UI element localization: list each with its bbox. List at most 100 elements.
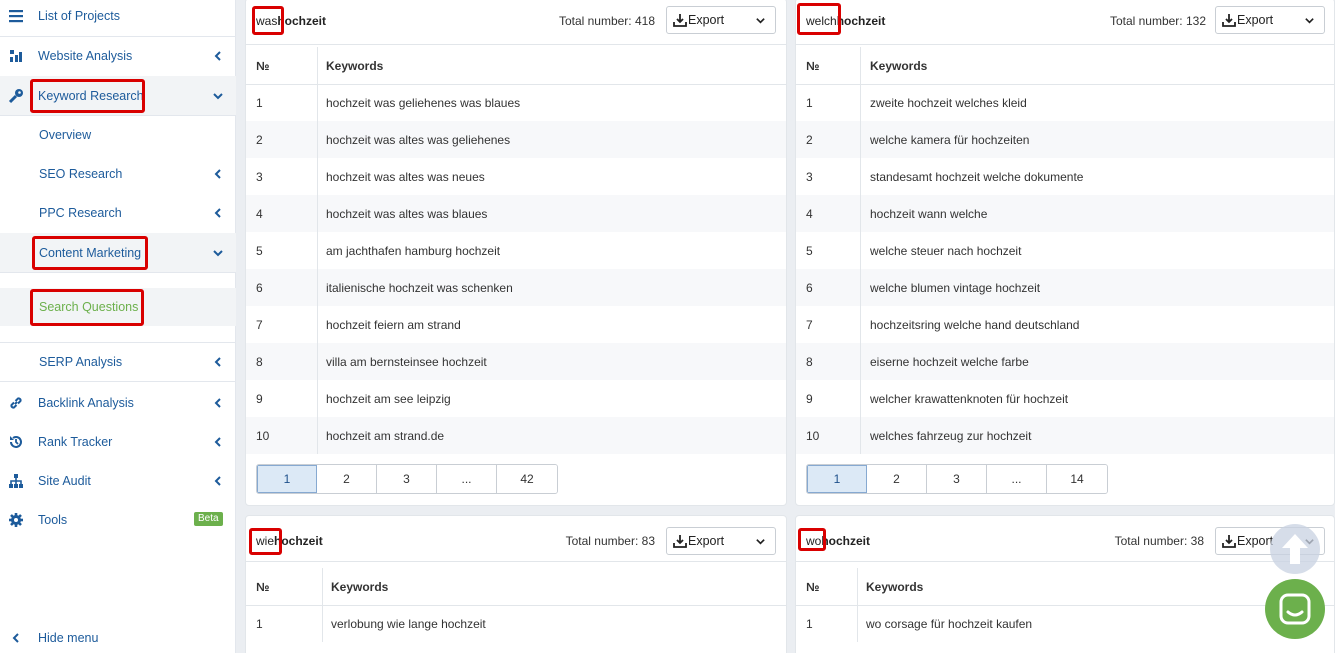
table-header: № Keywords (246, 47, 786, 85)
download-icon (1222, 535, 1236, 548)
column-divider (317, 121, 318, 158)
divider (0, 272, 236, 273)
table-row: 6 welche blumen vintage hochzeit (796, 269, 1334, 306)
keyword-cell[interactable]: welcher krawattenknoten für hochzeit (870, 392, 1068, 406)
column-header-keywords[interactable]: Keywords (331, 580, 388, 594)
keyword-cell[interactable]: welche blumen vintage hochzeit (870, 281, 1040, 295)
keyword-cell[interactable]: hochzeit was altes was blaues (326, 207, 487, 221)
column-divider (317, 306, 318, 343)
export-button[interactable]: Export (666, 527, 776, 555)
page-button[interactable]: 2 (317, 465, 377, 493)
keyword-cell[interactable]: hochzeit was altes was neues (326, 170, 485, 184)
sidebar-item-website-analysis[interactable]: Website Analysis (0, 37, 236, 75)
page-ellipsis[interactable]: ... (437, 465, 497, 493)
highlight-box (30, 79, 145, 113)
column-divider (317, 380, 318, 417)
sidebar-item-rank-tracker[interactable]: Rank Tracker (0, 427, 236, 457)
page-button[interactable]: 2 (867, 465, 927, 493)
page-button[interactable]: 1 (257, 465, 317, 493)
export-button[interactable]: Export (1215, 6, 1325, 34)
page-button[interactable]: 3 (927, 465, 987, 493)
beta-badge: Beta (194, 512, 223, 526)
sidebar-item-label: Website Analysis (38, 49, 133, 63)
sidebar-item-site-audit[interactable]: Site Audit (0, 466, 236, 496)
keyword-cell[interactable]: welche steuer nach hochzeit (870, 244, 1021, 258)
column-header-number: № (256, 580, 270, 594)
keyword-cell[interactable]: verlobung wie lange hochzeit (331, 617, 486, 631)
keyword-cell[interactable]: zweite hochzeit welches kleid (870, 96, 1027, 110)
keyword-cell[interactable]: villa am bernsteinsee hochzeit (326, 355, 487, 369)
chevron-down-icon (1305, 18, 1314, 24)
divider (0, 115, 236, 116)
page-button[interactable]: 1 (807, 465, 867, 493)
sidebar-item-ppc-research[interactable]: PPC Research (0, 198, 236, 228)
table-row: 10 welches fahrzeug zur hochzeit (796, 417, 1334, 454)
sidebar-item-overview[interactable]: Overview (0, 120, 236, 150)
keyword-cell[interactable]: wo corsage für hochzeit kaufen (866, 617, 1032, 631)
sidebar-item-seo-research[interactable]: SEO Research (0, 159, 236, 189)
keyword-cell[interactable]: hochzeitsring welche hand deutschland (870, 318, 1079, 332)
keyword-cell[interactable]: eiserne hochzeit welche farbe (870, 355, 1029, 369)
row-number: 8 (256, 355, 263, 369)
panel-header: washochzeit Total number: 418 Export (246, 0, 786, 45)
keyword-cell[interactable]: welche kamera für hochzeiten (870, 133, 1029, 147)
sitemap-icon (7, 472, 25, 490)
row-number: 6 (256, 281, 263, 295)
highlight-box (30, 289, 144, 326)
column-divider (860, 380, 861, 417)
keyword-cell[interactable]: hochzeit feiern am strand (326, 318, 461, 332)
row-number: 10 (806, 429, 820, 443)
table-row: 1 wo corsage für hochzeit kaufen (796, 605, 1334, 642)
keyword-cell[interactable]: welches fahrzeug zur hochzeit (870, 429, 1031, 443)
keyword-cell[interactable]: hochzeit am see leipzig (326, 392, 451, 406)
chevron-left-icon (7, 629, 25, 647)
row-number: 1 (806, 96, 813, 110)
keyword-cell[interactable]: hochzeit am strand.de (326, 429, 444, 443)
page-button[interactable]: 14 (1047, 465, 1107, 493)
keyword-cell[interactable]: italienische hochzeit was schenken (326, 281, 513, 295)
hide-menu-button[interactable]: Hide menu (0, 625, 236, 651)
page-ellipsis[interactable]: ... (987, 465, 1047, 493)
export-label: Export (1237, 534, 1274, 548)
keyword-cell[interactable]: standesamt hochzeit welche dokumente (870, 170, 1083, 184)
row-number: 6 (806, 281, 813, 295)
column-header-keywords[interactable]: Keywords (870, 59, 927, 73)
chevron-down-icon (213, 249, 223, 256)
column-divider (860, 195, 861, 232)
chevron-down-icon (756, 539, 765, 545)
highlight-box (32, 236, 148, 270)
row-number: 1 (806, 617, 813, 631)
row-number: 10 (256, 429, 270, 443)
chat-button[interactable] (1265, 579, 1325, 639)
sidebar-item-serp-analysis[interactable]: SERP Analysis (0, 347, 236, 377)
scroll-to-top-button[interactable] (1270, 524, 1320, 574)
export-label: Export (688, 534, 725, 548)
download-icon (1222, 14, 1236, 27)
table-row: 1 zweite hochzeit welches kleid (796, 84, 1334, 121)
panel-title-keyword: hochzeit (821, 534, 871, 548)
column-divider (860, 343, 861, 380)
row-number: 3 (256, 170, 263, 184)
total-number: Total number: 38 (1114, 534, 1204, 548)
keyword-cell[interactable]: hochzeit wann welche (870, 207, 987, 221)
column-header-number: № (806, 580, 820, 594)
column-divider (317, 84, 318, 121)
column-header-number: № (256, 59, 270, 73)
page-button[interactable]: 3 (377, 465, 437, 493)
sidebar-item-backlink-analysis[interactable]: Backlink Analysis (0, 388, 236, 418)
table-row: 2 hochzeit was altes was geliehenes (246, 121, 786, 158)
table-row: 3 hochzeit was altes was neues (246, 158, 786, 195)
keyword-cell[interactable]: hochzeit was altes was geliehenes (326, 133, 510, 147)
table-row: 4 hochzeit was altes was blaues (246, 195, 786, 232)
column-header-keywords[interactable]: Keywords (866, 580, 923, 594)
total-number: Total number: 83 (565, 534, 655, 548)
export-button[interactable]: Export (666, 6, 776, 34)
chat-icon (1279, 593, 1311, 625)
sidebar-item-list-of-projects[interactable]: List of Projects (0, 4, 236, 28)
keyword-cell[interactable]: am jachthafen hamburg hochzeit (326, 244, 500, 258)
column-header-keywords[interactable]: Keywords (326, 59, 383, 73)
keyword-cell[interactable]: hochzeit was geliehenes was blaues (326, 96, 520, 110)
column-divider (860, 158, 861, 195)
page-button[interactable]: 42 (497, 465, 557, 493)
highlight-box (797, 3, 841, 35)
